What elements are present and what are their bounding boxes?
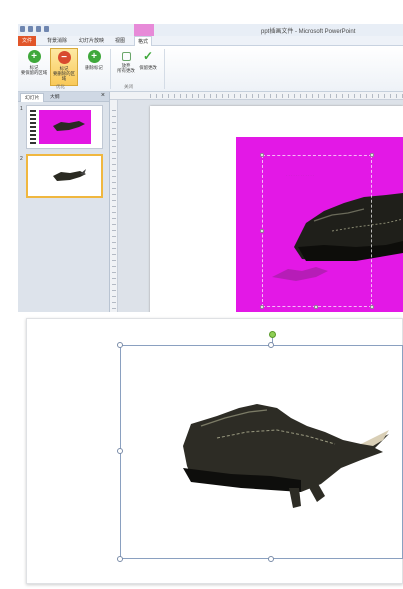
rotation-handle[interactable]: [269, 331, 276, 338]
vertical-ruler: [110, 100, 118, 312]
window-title: ppt插画文件 - Microsoft PowerPoint: [261, 29, 356, 35]
slide-number: 1: [20, 106, 23, 112]
group-close-label: 关闭: [124, 84, 133, 89]
delete-mark-icon: +: [87, 50, 101, 63]
picture-selection-box[interactable]: [120, 345, 403, 559]
powerpoint-window: ppt插画文件 - Microsoft PowerPoint 文件 背景消除 幻…: [18, 24, 403, 312]
panel-tab-bar: 幻灯片 大纲 ×: [18, 92, 109, 102]
checkmark-icon: ✓: [142, 49, 154, 63]
slide-thumbnail-2[interactable]: [26, 154, 103, 198]
slide-number: 2: [20, 156, 23, 162]
resize-handle[interactable]: [370, 305, 374, 309]
save-icon[interactable]: [28, 26, 33, 32]
picture-tools-context-strip: [134, 24, 154, 36]
thumbnail-magenta-image: [39, 110, 91, 144]
horizontal-ruler: [110, 92, 403, 100]
mark-remove-button[interactable]: − 标记 要删除的区域: [50, 48, 78, 86]
shoe-crocodile-thumbnail-icon: [53, 169, 86, 181]
tab-file[interactable]: 文件: [18, 36, 36, 46]
tab-outline[interactable]: 大纲: [46, 93, 64, 102]
selection-marquee: [262, 155, 372, 307]
resize-handle[interactable]: [314, 305, 318, 309]
title-bar: ppt插画文件 - Microsoft PowerPoint: [18, 24, 403, 36]
shoe-crocodile-cutout-image: [183, 404, 389, 508]
slide-editing-area: · · · · · · · · · · · ·: [118, 100, 403, 312]
resize-handle[interactable]: [117, 448, 123, 454]
close-icon[interactable]: ×: [101, 92, 105, 99]
shoe-crocodile-thumbnail-icon: [53, 121, 85, 131]
current-slide[interactable]: · · · · · · · · · · · ·: [150, 106, 403, 312]
group-separator: [164, 49, 165, 89]
mark-keep-label: 标记 要保留的区域: [20, 65, 48, 75]
undo-icon[interactable]: [36, 26, 41, 32]
plus-circle-icon: +: [27, 50, 41, 63]
keep-changes-label: 保留更改: [139, 65, 157, 70]
background-removal-image[interactable]: · · · · · · · · · · · ·: [236, 137, 403, 312]
resize-handle[interactable]: [260, 229, 264, 233]
group-separator: [110, 49, 111, 89]
resize-handle[interactable]: [260, 153, 264, 157]
minus-circle-icon: −: [57, 51, 71, 64]
delete-mark-label: 删除标记: [85, 65, 103, 70]
tab-format[interactable]: 格式: [134, 36, 153, 46]
slides-panel: 幻灯片 大纲 × 1 2: [18, 92, 110, 312]
group-optimize-label: 优化: [56, 84, 65, 89]
redo-icon[interactable]: [44, 26, 49, 32]
mark-remove-label: 标记 要删除的区域: [53, 66, 75, 81]
thumbnail-dots-graphic: [30, 110, 36, 144]
resize-handle[interactable]: [268, 342, 274, 348]
tab-slideshow[interactable]: 幻灯片放映: [76, 36, 107, 46]
ruler-ticks: [150, 94, 403, 98]
resize-handle[interactable]: [117, 556, 123, 562]
slide-thumbnail-1[interactable]: [26, 105, 103, 149]
resize-handle[interactable]: [268, 556, 274, 562]
tab-view[interactable]: 视图: [112, 36, 128, 46]
keep-changes-button[interactable]: ✓ 保留更改: [134, 48, 162, 86]
resize-handle[interactable]: [260, 305, 264, 309]
mark-keep-button[interactable]: + 标记 要保留的区域: [20, 48, 48, 86]
resize-handle[interactable]: [370, 153, 374, 157]
quick-access-toolbar: [20, 26, 49, 32]
app-icon[interactable]: [20, 26, 25, 32]
discard-icon: [121, 52, 131, 61]
ribbon: + 标记 要保留的区域 − 标记 要删除的区域 + 删除标记 优化 放弃 所有更…: [18, 46, 403, 92]
tab-background-removal[interactable]: 背景消除: [44, 36, 70, 46]
tab-slides[interactable]: 幻灯片: [20, 93, 45, 102]
resize-handle[interactable]: [117, 342, 123, 348]
delete-mark-button[interactable]: + 删除标记: [80, 48, 108, 86]
